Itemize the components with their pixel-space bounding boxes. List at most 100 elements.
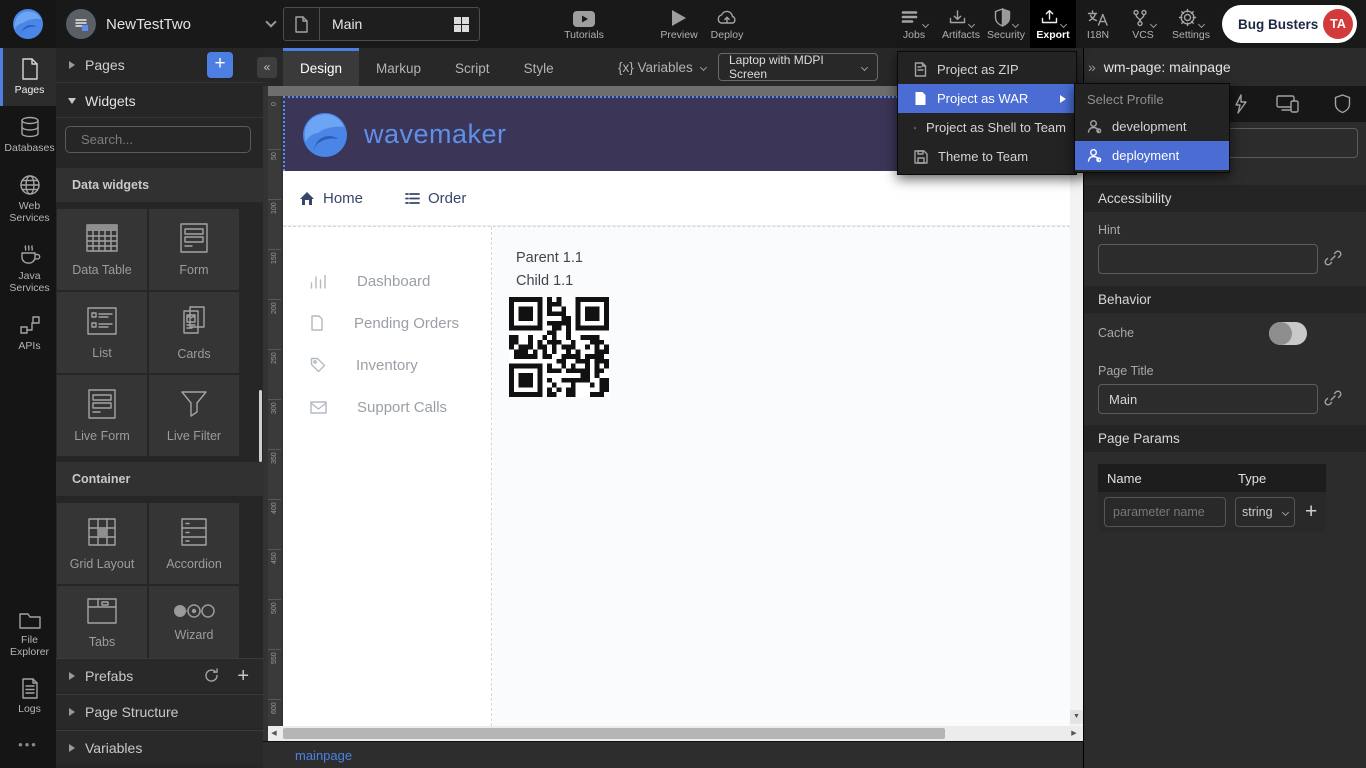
- cache-toggle[interactable]: [1269, 322, 1307, 345]
- device-selector[interactable]: Laptop with MDPI Screen: [718, 53, 878, 81]
- footer-page-tab[interactable]: mainpage: [295, 748, 352, 763]
- settings-button[interactable]: Settings: [1166, 0, 1216, 48]
- scroll-right-arrow[interactable]: ▶: [1068, 726, 1080, 741]
- i18n-button[interactable]: I18N: [1076, 0, 1120, 48]
- studio-logo[interactable]: [0, 0, 56, 48]
- widget-accordion[interactable]: Accordion: [149, 503, 239, 584]
- bind-page-title-icon[interactable]: [1324, 389, 1344, 409]
- more-options-icon[interactable]: •••: [0, 725, 56, 768]
- avatar[interactable]: TA: [1323, 9, 1353, 39]
- panel-scrollbar[interactable]: [259, 390, 262, 462]
- rail-item-apis[interactable]: APIs: [0, 304, 56, 362]
- add-prefab-button[interactable]: +: [237, 667, 249, 685]
- add-param-button[interactable]: +: [1305, 502, 1317, 522]
- widget-live-form[interactable]: Live Form: [57, 375, 147, 456]
- export-button[interactable]: Export: [1030, 0, 1076, 48]
- page-preview[interactable]: wavemaker Home Order Dashboard: [283, 96, 1070, 726]
- rail-item-databases[interactable]: Databases: [0, 106, 56, 164]
- menu-item-pending-orders[interactable]: Pending Orders: [283, 302, 491, 344]
- widget-search-input[interactable]: [81, 132, 257, 147]
- wizard-icon: [172, 603, 216, 619]
- scroll-left-arrow[interactable]: ◀: [268, 726, 280, 741]
- menu-item-support-calls[interactable]: Support Calls: [283, 386, 491, 428]
- page-params-section-header[interactable]: Page Params: [1084, 425, 1366, 452]
- list-menu-icon: [405, 192, 420, 205]
- widget-data-table[interactable]: Data Table: [57, 209, 147, 290]
- refresh-icon[interactable]: [204, 668, 219, 683]
- ruler-mark: 100: [268, 200, 281, 250]
- tab-markup[interactable]: Markup: [359, 48, 438, 86]
- deploy-button[interactable]: Deploy: [704, 0, 750, 48]
- widget-cards[interactable]: Cards: [149, 292, 239, 373]
- project-switcher[interactable]: NewTestTwo: [66, 0, 275, 48]
- page-title-label: Page Title: [1098, 364, 1154, 378]
- menu-item-project-as-war[interactable]: Project as WAR: [898, 84, 1076, 113]
- team-badge[interactable]: Bug Busters TA: [1222, 5, 1357, 43]
- widget-list[interactable]: List: [57, 292, 147, 373]
- variables-section-toggle[interactable]: Variables: [56, 730, 263, 764]
- widget-live-filter[interactable]: Live Filter: [149, 375, 239, 456]
- nav-order[interactable]: Order: [405, 190, 466, 207]
- tutorials-button[interactable]: Tutorials: [556, 0, 612, 48]
- collapse-panel-button[interactable]: «: [257, 57, 277, 78]
- wavemaker-brand-icon: [300, 110, 350, 160]
- hint-input[interactable]: [1099, 245, 1317, 273]
- wavemaker-logo-icon: [11, 7, 45, 41]
- content-panel: Parent 1.1 Child 1.1: [493, 227, 1070, 726]
- caret-right-icon: [69, 744, 75, 752]
- scrollbar-thumb[interactable]: [283, 728, 945, 739]
- ruler-mark: 550: [268, 650, 281, 700]
- page-structure-section-toggle[interactable]: Page Structure: [56, 694, 263, 728]
- bind-hint-icon[interactable]: [1324, 249, 1344, 269]
- panel-collapse-icon[interactable]: »: [1088, 59, 1096, 75]
- param-name-input[interactable]: [1105, 498, 1225, 526]
- page-selector[interactable]: Main: [283, 7, 480, 41]
- rail-item-file-explorer[interactable]: File Explorer: [0, 600, 56, 668]
- menu-item-project-as-zip[interactable]: Project as ZIP: [898, 55, 1076, 84]
- chevron-down-icon: [1149, 21, 1156, 28]
- menu-item-theme-to-team[interactable]: Theme to Team: [898, 142, 1076, 171]
- page-body: Dashboard Pending Orders Inventory Suppo…: [283, 226, 1070, 726]
- tab-design[interactable]: Design: [283, 48, 359, 86]
- param-type-select[interactable]: string: [1235, 497, 1295, 527]
- chevron-down-icon: [1060, 21, 1067, 28]
- database-icon: [19, 116, 41, 138]
- tab-script[interactable]: Script: [438, 48, 507, 86]
- preview-button[interactable]: Preview: [654, 0, 704, 48]
- page-title-input[interactable]: [1099, 385, 1317, 413]
- rail-item-pages[interactable]: Pages: [0, 48, 56, 106]
- menu-item-project-as-shell[interactable]: Project as Shell to Team: [898, 113, 1076, 142]
- vertical-scrollbar[interactable]: ▼: [1070, 96, 1083, 726]
- widgets-section-toggle[interactable]: Widgets: [56, 84, 263, 118]
- ruler-mark: 600: [268, 700, 281, 726]
- widget-tabs[interactable]: Tabs: [57, 586, 147, 658]
- menu-item-inventory[interactable]: Inventory: [283, 344, 491, 386]
- shield-outline-icon[interactable]: [1334, 94, 1351, 114]
- widget-grid-layout[interactable]: Grid Layout: [57, 503, 147, 584]
- prefabs-section-toggle[interactable]: Prefabs +: [56, 658, 263, 692]
- widget-form[interactable]: Form: [149, 209, 239, 290]
- vcs-button[interactable]: VCS: [1120, 0, 1166, 48]
- scroll-down-arrow[interactable]: ▼: [1070, 710, 1083, 724]
- variables-dropdown[interactable]: {x} Variables: [618, 48, 706, 86]
- widget-wizard[interactable]: Wizard: [149, 586, 239, 658]
- tab-style[interactable]: Style: [507, 48, 571, 86]
- rail-item-web-services[interactable]: Web Services: [0, 164, 56, 234]
- behavior-section-header[interactable]: Behavior: [1084, 286, 1366, 313]
- home-icon: [299, 191, 315, 206]
- add-page-button[interactable]: +: [207, 52, 233, 78]
- jobs-button[interactable]: Jobs: [892, 0, 936, 48]
- menu-item-deployment[interactable]: deployment: [1075, 141, 1229, 170]
- accessibility-section-header[interactable]: Accessibility: [1084, 185, 1366, 212]
- menu-item-development[interactable]: development: [1075, 112, 1229, 141]
- magic-wand-icon[interactable]: [1232, 94, 1250, 114]
- devices-icon[interactable]: [1276, 94, 1300, 113]
- security-button[interactable]: Security: [984, 0, 1028, 48]
- artifacts-button[interactable]: Artifacts: [938, 0, 984, 48]
- nav-home[interactable]: Home: [299, 190, 363, 207]
- menu-item-dashboard[interactable]: Dashboard: [283, 260, 491, 302]
- horizontal-scrollbar[interactable]: ◀ ▶: [268, 726, 1083, 741]
- data-table-icon: [85, 222, 119, 254]
- rail-item-java-services[interactable]: Java Services: [0, 234, 56, 304]
- rail-item-logs[interactable]: Logs: [0, 668, 56, 725]
